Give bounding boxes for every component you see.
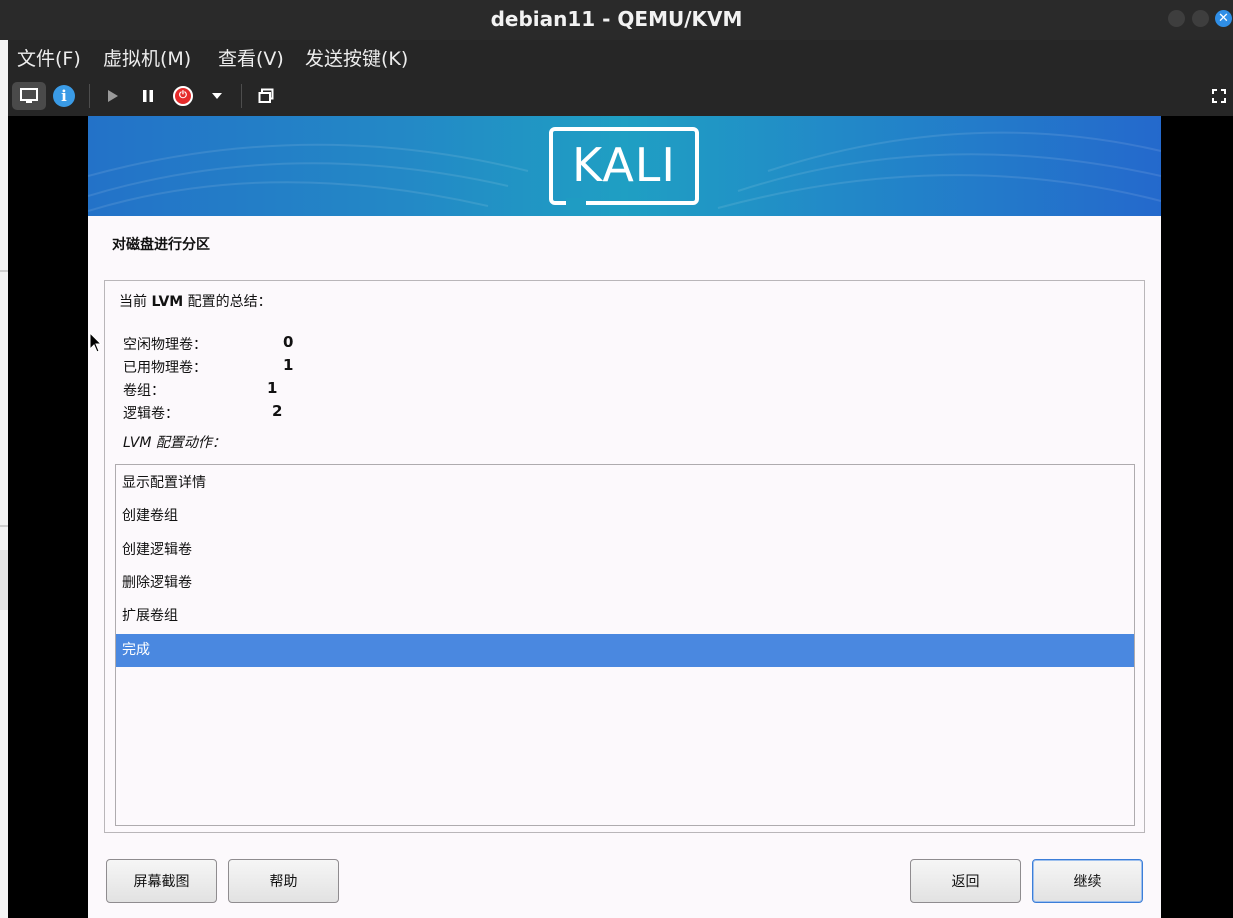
- list-item-create-lv[interactable]: 创建逻辑卷: [116, 534, 1134, 567]
- screenshot-toolbar-button[interactable]: [255, 82, 277, 110]
- power-icon: ⏻: [173, 86, 193, 106]
- fullscreen-icon: [1212, 89, 1226, 103]
- menu-view[interactable]: 查看(V): [218, 44, 284, 71]
- mouse-cursor-icon: [89, 332, 103, 353]
- minimize-button[interactable]: [1168, 10, 1185, 27]
- page-title: 对磁盘进行分区: [112, 237, 210, 253]
- play-icon: [108, 90, 118, 102]
- actions-label: LVM 配置动作：: [123, 435, 226, 451]
- stat-value-lv: 2: [272, 402, 283, 420]
- stat-label-used-pv: 已用物理卷：: [123, 360, 207, 376]
- divider: [0, 525, 8, 527]
- display-button[interactable]: [12, 82, 46, 110]
- pause-icon: [143, 90, 153, 102]
- toolbar-separator: [241, 84, 242, 108]
- pause-button[interactable]: [139, 82, 157, 110]
- run-button[interactable]: [104, 82, 122, 110]
- summary-prefix: 当前: [119, 294, 147, 310]
- list-item-delete-lv[interactable]: 删除逻辑卷: [116, 567, 1134, 600]
- maximize-button[interactable]: [1192, 10, 1209, 27]
- lvm-summary-panel: 当前 LVM 配置的总结： 空闲物理卷： 0 已用物理卷： 1 卷组： 1 逻辑…: [104, 280, 1145, 833]
- installer-screen: KALI 对磁盘进行分区 当前 LVM 配置的总结： 空闲物理卷： 0 已用物理…: [88, 116, 1161, 918]
- kali-logo: KALI: [571, 138, 677, 192]
- dropdown-icon: [212, 93, 222, 99]
- stat-label-free-pv: 空闲物理卷：: [123, 337, 207, 353]
- help-button[interactable]: 帮助: [228, 859, 339, 903]
- divider: [0, 270, 8, 272]
- list-item-finish[interactable]: 完成: [116, 634, 1134, 667]
- info-icon: i: [53, 85, 75, 107]
- background-window-edge: [0, 40, 8, 918]
- stat-label-vg: 卷组：: [123, 383, 165, 399]
- details-button[interactable]: i: [52, 82, 76, 110]
- close-icon: ✕: [1218, 11, 1229, 26]
- back-button[interactable]: 返回: [910, 859, 1021, 903]
- menu-file[interactable]: 文件(F): [17, 44, 81, 71]
- window-titlebar: debian11 - QEMU/KVM ✕: [0, 0, 1233, 40]
- summary-suffix: 配置的总结：: [187, 294, 272, 310]
- menu-vm[interactable]: 虚拟机(M): [103, 44, 191, 71]
- summary-title: 当前 LVM 配置的总结：: [119, 291, 272, 311]
- shutdown-button[interactable]: ⏻: [171, 82, 195, 110]
- toolbar-separator: [89, 84, 90, 108]
- display-icon: [20, 88, 38, 103]
- toolbar: i ⏻: [8, 74, 1233, 116]
- stat-label-lv: 逻辑卷：: [123, 406, 179, 422]
- continue-button[interactable]: 继续: [1032, 859, 1143, 903]
- lvm-actions-list[interactable]: 显示配置详情 创建卷组 创建逻辑卷 删除逻辑卷 扩展卷组 完成: [115, 464, 1135, 826]
- background-panel: [0, 550, 8, 610]
- shutdown-menu-button[interactable]: [208, 82, 226, 110]
- list-item-create-vg[interactable]: 创建卷组: [116, 500, 1134, 533]
- stat-value-vg: 1: [267, 379, 278, 397]
- fullscreen-button[interactable]: [1210, 82, 1228, 110]
- stat-value-used-pv: 1: [283, 356, 294, 374]
- list-item-extend-vg[interactable]: 扩展卷组: [116, 600, 1134, 633]
- kali-banner: KALI: [88, 116, 1161, 216]
- menu-send-key[interactable]: 发送按键(K): [305, 44, 408, 71]
- screenshot-icon: [258, 88, 274, 103]
- stat-value-free-pv: 0: [283, 333, 294, 351]
- screenshot-button[interactable]: 屏幕截图: [106, 859, 217, 903]
- menu-bar: 文件(F) 虚拟机(M) 查看(V) 发送按键(K): [8, 40, 1233, 74]
- summary-lvm: LVM: [151, 294, 184, 310]
- window-title: debian11 - QEMU/KVM: [490, 7, 743, 31]
- list-item-show-details[interactable]: 显示配置详情: [116, 467, 1134, 500]
- close-button[interactable]: ✕: [1215, 10, 1232, 27]
